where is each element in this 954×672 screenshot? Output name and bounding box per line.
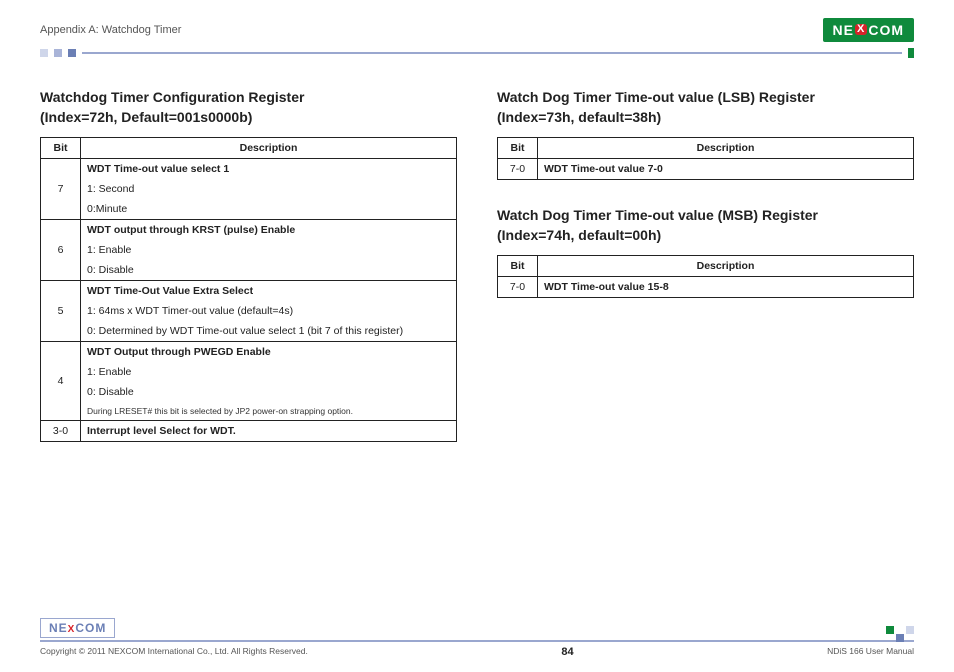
th-desc: Description	[538, 138, 914, 159]
copyright-text: Copyright © 2011 NEXCOM International Co…	[40, 646, 308, 658]
footer-logo: NEXCOM	[40, 618, 115, 638]
decor-cap	[908, 48, 914, 58]
cell-desc: 0: Disable	[81, 382, 457, 402]
cell-desc: WDT Time-out value select 1	[81, 159, 457, 180]
title-line: Watch Dog Timer Time-out value (MSB) Reg…	[497, 207, 818, 223]
footer-decor	[886, 626, 914, 634]
cell-desc: WDT output through KRST (pulse) Enable	[81, 220, 457, 241]
footer-divider	[40, 640, 914, 642]
cell-note: During LRESET# this bit is selected by J…	[81, 402, 457, 421]
cell-bit: 5	[41, 281, 81, 342]
cell-desc: 0: Determined by WDT Time-out value sele…	[81, 321, 457, 342]
logo-nexcom: NEXCOM	[823, 18, 914, 42]
cell-bit: 7-0	[498, 159, 538, 180]
logo-part-com: COM	[75, 621, 106, 635]
cell-desc: 1: Second	[81, 179, 457, 199]
decor-line	[82, 52, 902, 54]
section-title-config-register: Watchdog Timer Configuration Register (I…	[40, 88, 457, 127]
cell-bit: 4	[41, 342, 81, 421]
section-title-msb-register: Watch Dog Timer Time-out value (MSB) Reg…	[497, 206, 914, 245]
cell-desc: 1: 64ms x WDT Timer-out value (default=4…	[81, 301, 457, 321]
th-bit: Bit	[498, 256, 538, 277]
logo-part-com: COM	[868, 22, 904, 38]
title-line: Watch Dog Timer Time-out value (LSB) Reg…	[497, 89, 815, 105]
cell-desc: WDT Time-out value 7-0	[538, 159, 914, 180]
appendix-title: Appendix A: Watchdog Timer	[40, 24, 181, 36]
table-config-register: Bit Description 7 WDT Time-out value sel…	[40, 137, 457, 442]
title-line: (Index=73h, default=38h)	[497, 109, 661, 125]
footer: NEXCOM Copyright © 2011 NEXCOM Internati…	[40, 640, 914, 658]
cell-desc: WDT Time-out value 15-8	[538, 277, 914, 298]
table-lsb-register: Bit Description 7-0 WDT Time-out value 7…	[497, 137, 914, 180]
header-divider	[40, 48, 914, 58]
cell-bit: 6	[41, 220, 81, 281]
decor-square	[896, 634, 904, 642]
logo-part-ne: NE	[49, 621, 68, 635]
logo-part-ne: NE	[833, 22, 854, 38]
th-bit: Bit	[41, 138, 81, 159]
th-desc: Description	[81, 138, 457, 159]
decor-square	[54, 49, 62, 57]
manual-name: NDiS 166 User Manual	[827, 646, 914, 658]
cell-desc: 1: Enable	[81, 362, 457, 382]
page-number: 84	[561, 646, 573, 658]
logo-part-x: X	[855, 24, 867, 35]
decor-square	[40, 49, 48, 57]
cell-bit: 7-0	[498, 277, 538, 298]
cell-desc: Interrupt level Select for WDT.	[81, 421, 457, 442]
th-bit: Bit	[498, 138, 538, 159]
cell-bit: 3-0	[41, 421, 81, 442]
cell-desc: WDT Time-Out Value Extra Select	[81, 281, 457, 302]
title-line: Watchdog Timer Configuration Register	[40, 89, 304, 105]
decor-square	[906, 626, 914, 634]
title-line: (Index=74h, default=00h)	[497, 227, 661, 243]
decor-square	[68, 49, 76, 57]
cell-desc: WDT Output through PWEGD Enable	[81, 342, 457, 363]
cell-desc: 0:Minute	[81, 199, 457, 220]
decor-square	[886, 626, 894, 634]
cell-bit: 7	[41, 159, 81, 220]
title-line: (Index=72h, Default=001s0000b)	[40, 109, 252, 125]
cell-desc: 1: Enable	[81, 240, 457, 260]
table-msb-register: Bit Description 7-0 WDT Time-out value 1…	[497, 255, 914, 298]
cell-desc: 0: Disable	[81, 260, 457, 281]
section-title-lsb-register: Watch Dog Timer Time-out value (LSB) Reg…	[497, 88, 914, 127]
th-desc: Description	[538, 256, 914, 277]
